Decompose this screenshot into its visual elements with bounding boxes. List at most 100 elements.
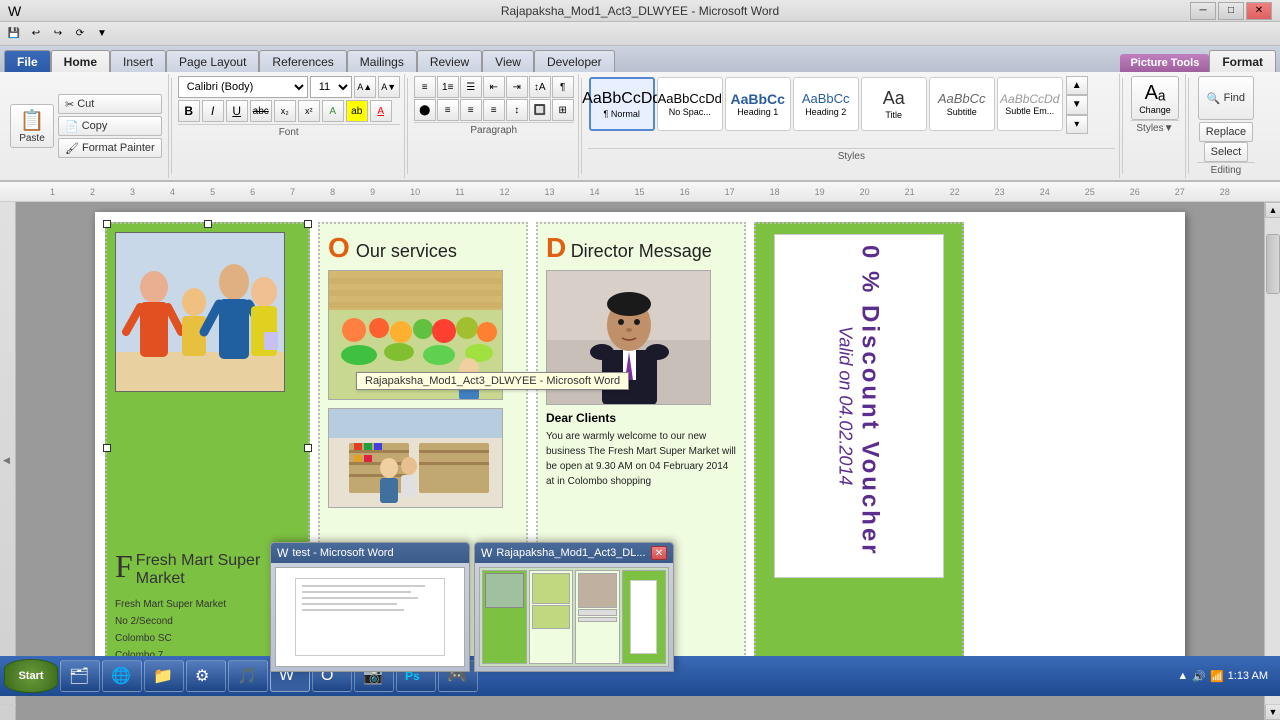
taskbar-app-files[interactable]: 📁 [144,660,184,692]
preview-strip-1 [482,570,527,664]
popup-close-button[interactable]: ✕ [651,546,667,560]
taskbar-app-music[interactable]: 🎵 [228,660,268,692]
taskbar-app-explorer[interactable]: 🗂 [60,660,100,692]
change-styles-button[interactable]: Aₐ Change [1131,76,1179,120]
italic-button[interactable]: I [202,100,224,122]
tab-home[interactable]: Home [51,50,110,72]
cut-button[interactable]: ✂ Cut [58,94,162,114]
font-size-select[interactable]: 11 [310,76,352,98]
redo-qa-button[interactable]: ↪ [48,25,68,43]
multilevel-button[interactable]: ☰ [460,76,482,98]
font-color-button[interactable]: A [370,100,392,122]
font-face-select[interactable]: Calibri (Body) [178,76,308,98]
handle-tl[interactable] [103,220,111,228]
popup-test-window[interactable]: W test - Microsoft Word [270,542,470,672]
taskbar-app-settings[interactable]: ⚙ [186,660,226,692]
align-right-button[interactable]: ≡ [460,99,482,121]
scrollbar-thumb[interactable] [1266,234,1280,294]
minimize-button[interactable]: ─ [1190,2,1216,20]
scroll-up-arrow[interactable]: ▲ [1265,202,1280,218]
refresh-qa-button[interactable]: ⟳ [70,25,90,43]
voucher-card: 0 % Discount Voucher Valid on 04.02.2014 [774,234,944,578]
tray-time: 1:13 AM [1228,670,1268,682]
numbering-button[interactable]: 1≡ [437,76,459,98]
style-heading1[interactable]: AaBbCc Heading 1 [725,77,791,131]
styles-scroll-up[interactable]: ▲ [1066,76,1088,95]
style-h2-label: Heading 2 [805,107,846,117]
restore-button[interactable]: □ [1218,2,1244,20]
bold-button[interactable]: B [178,100,200,122]
select-button[interactable]: Select [1204,142,1249,162]
ruler: 123 456 789 101112 131415 161718 192021 … [0,182,1280,202]
styles-label: Styles [588,148,1115,162]
handle-l[interactable] [103,444,111,452]
subscript-button[interactable]: x₂ [274,100,296,122]
align-center-button[interactable]: ≡ [437,99,459,121]
start-button[interactable]: Start [4,659,58,693]
document-tooltip: Rajapaksha_Mod1_Act3_DLWYEE - Microsoft … [356,372,629,390]
styles-more[interactable]: ▾ [1066,115,1088,134]
system-tray: ▲ 🔊 📶 1:13 AM [1169,670,1276,683]
tab-format[interactable]: Format [1209,50,1276,72]
style-no-space[interactable]: AaBbCcDd No Spac... [657,77,723,131]
underline-button[interactable]: U [226,100,248,122]
clipboard-group: 📋 Paste ✂ Cut 📄 Copy 🖌 Format Painter Cl… [4,74,169,178]
highlight-button[interactable]: ab [346,100,368,122]
left-panel: ◀ [0,202,16,720]
copy-button[interactable]: 📄 Copy [58,116,162,136]
handle-tr[interactable] [304,220,312,228]
bullets-button[interactable]: ≡ [414,76,436,98]
font-shrink-button[interactable]: A▼ [378,76,400,98]
line-spacing-button[interactable]: ↕ [506,99,528,121]
increase-indent-button[interactable]: ⇥ [506,76,528,98]
font-grow-button[interactable]: A▲ [354,76,376,98]
handle-t[interactable] [204,220,212,228]
justify-button[interactable]: ≡ [483,99,505,121]
style-title[interactable]: Aa Title [861,77,927,131]
explorer-icon: 🗂 [69,666,89,686]
borders-button[interactable]: ⊞ [552,99,574,121]
director-message-header: D Director Message [546,232,736,264]
music-icon: 🎵 [237,666,257,686]
quick-access-toolbar: 💾 ↩ ↪ ⟳ ▼ [0,22,1280,46]
tab-insert[interactable]: Insert [110,50,166,72]
undo-qa-button[interactable]: ↩ [26,25,46,43]
close-button[interactable]: ✕ [1246,2,1272,20]
fresh-mart-name: Fresh Mart Super Market [136,552,260,587]
dear-clients: Dear Clients [546,411,736,425]
superscript-button[interactable]: x² [298,100,320,122]
customize-qa-button[interactable]: ▼ [92,25,112,43]
tab-file[interactable]: File [4,50,51,72]
styles-scroll-down[interactable]: ▼ [1066,95,1088,114]
popup-brochure-window[interactable]: W Rajapaksha_Mod1_Act3_DL... ✕ [474,542,674,672]
text-effects-button[interactable]: A [322,100,344,122]
save-qa-button[interactable]: 💾 [4,25,24,43]
paste-button[interactable]: 📋 Paste [10,104,54,148]
sort-button[interactable]: ↕A [529,76,551,98]
format-painter-button[interactable]: 🖌 Format Painter [58,138,162,158]
tab-review[interactable]: Review [417,50,482,72]
style-normal[interactable]: AaBbCcDd ¶ Normal [589,77,655,131]
strikethrough-button[interactable]: abc [250,100,272,122]
shading-button[interactable]: 🔲 [529,99,551,121]
tab-mailings[interactable]: Mailings [347,50,417,72]
style-subtitle[interactable]: AaBbCc Subtitle [929,77,995,131]
paragraph-group: ≡ 1≡ ☰ ⇤ ⇥ ↕A ¶ ⬤ ≡ ≡ ≡ ↕ 🔲 ⊞ Paragraph [410,74,579,178]
style-heading2[interactable]: AaBbCc Heading 2 [793,77,859,131]
replace-button[interactable]: Replace [1199,122,1253,142]
tab-view[interactable]: View [482,50,534,72]
taskbar-app-ie[interactable]: 🌐 [102,660,142,692]
handle-r[interactable] [304,444,312,452]
word-icon: W [8,3,21,19]
style-subtle-em[interactable]: AaBbCcDd Subtle Em... [997,77,1063,131]
tab-developer[interactable]: Developer [534,50,615,72]
tray-up-arrow[interactable]: ▲ [1177,670,1188,682]
tab-page-layout[interactable]: Page Layout [166,50,259,72]
align-left-button[interactable]: ⬤ [414,99,436,121]
decrease-indent-button[interactable]: ⇤ [483,76,505,98]
tab-references[interactable]: References [259,50,346,72]
format-painter-icon: 🖌 [65,142,79,155]
find-button[interactable]: 🔍 Find [1198,76,1254,120]
navigation-toggle[interactable]: ◀ [3,456,13,466]
show-formatting-button[interactable]: ¶ [552,76,574,98]
